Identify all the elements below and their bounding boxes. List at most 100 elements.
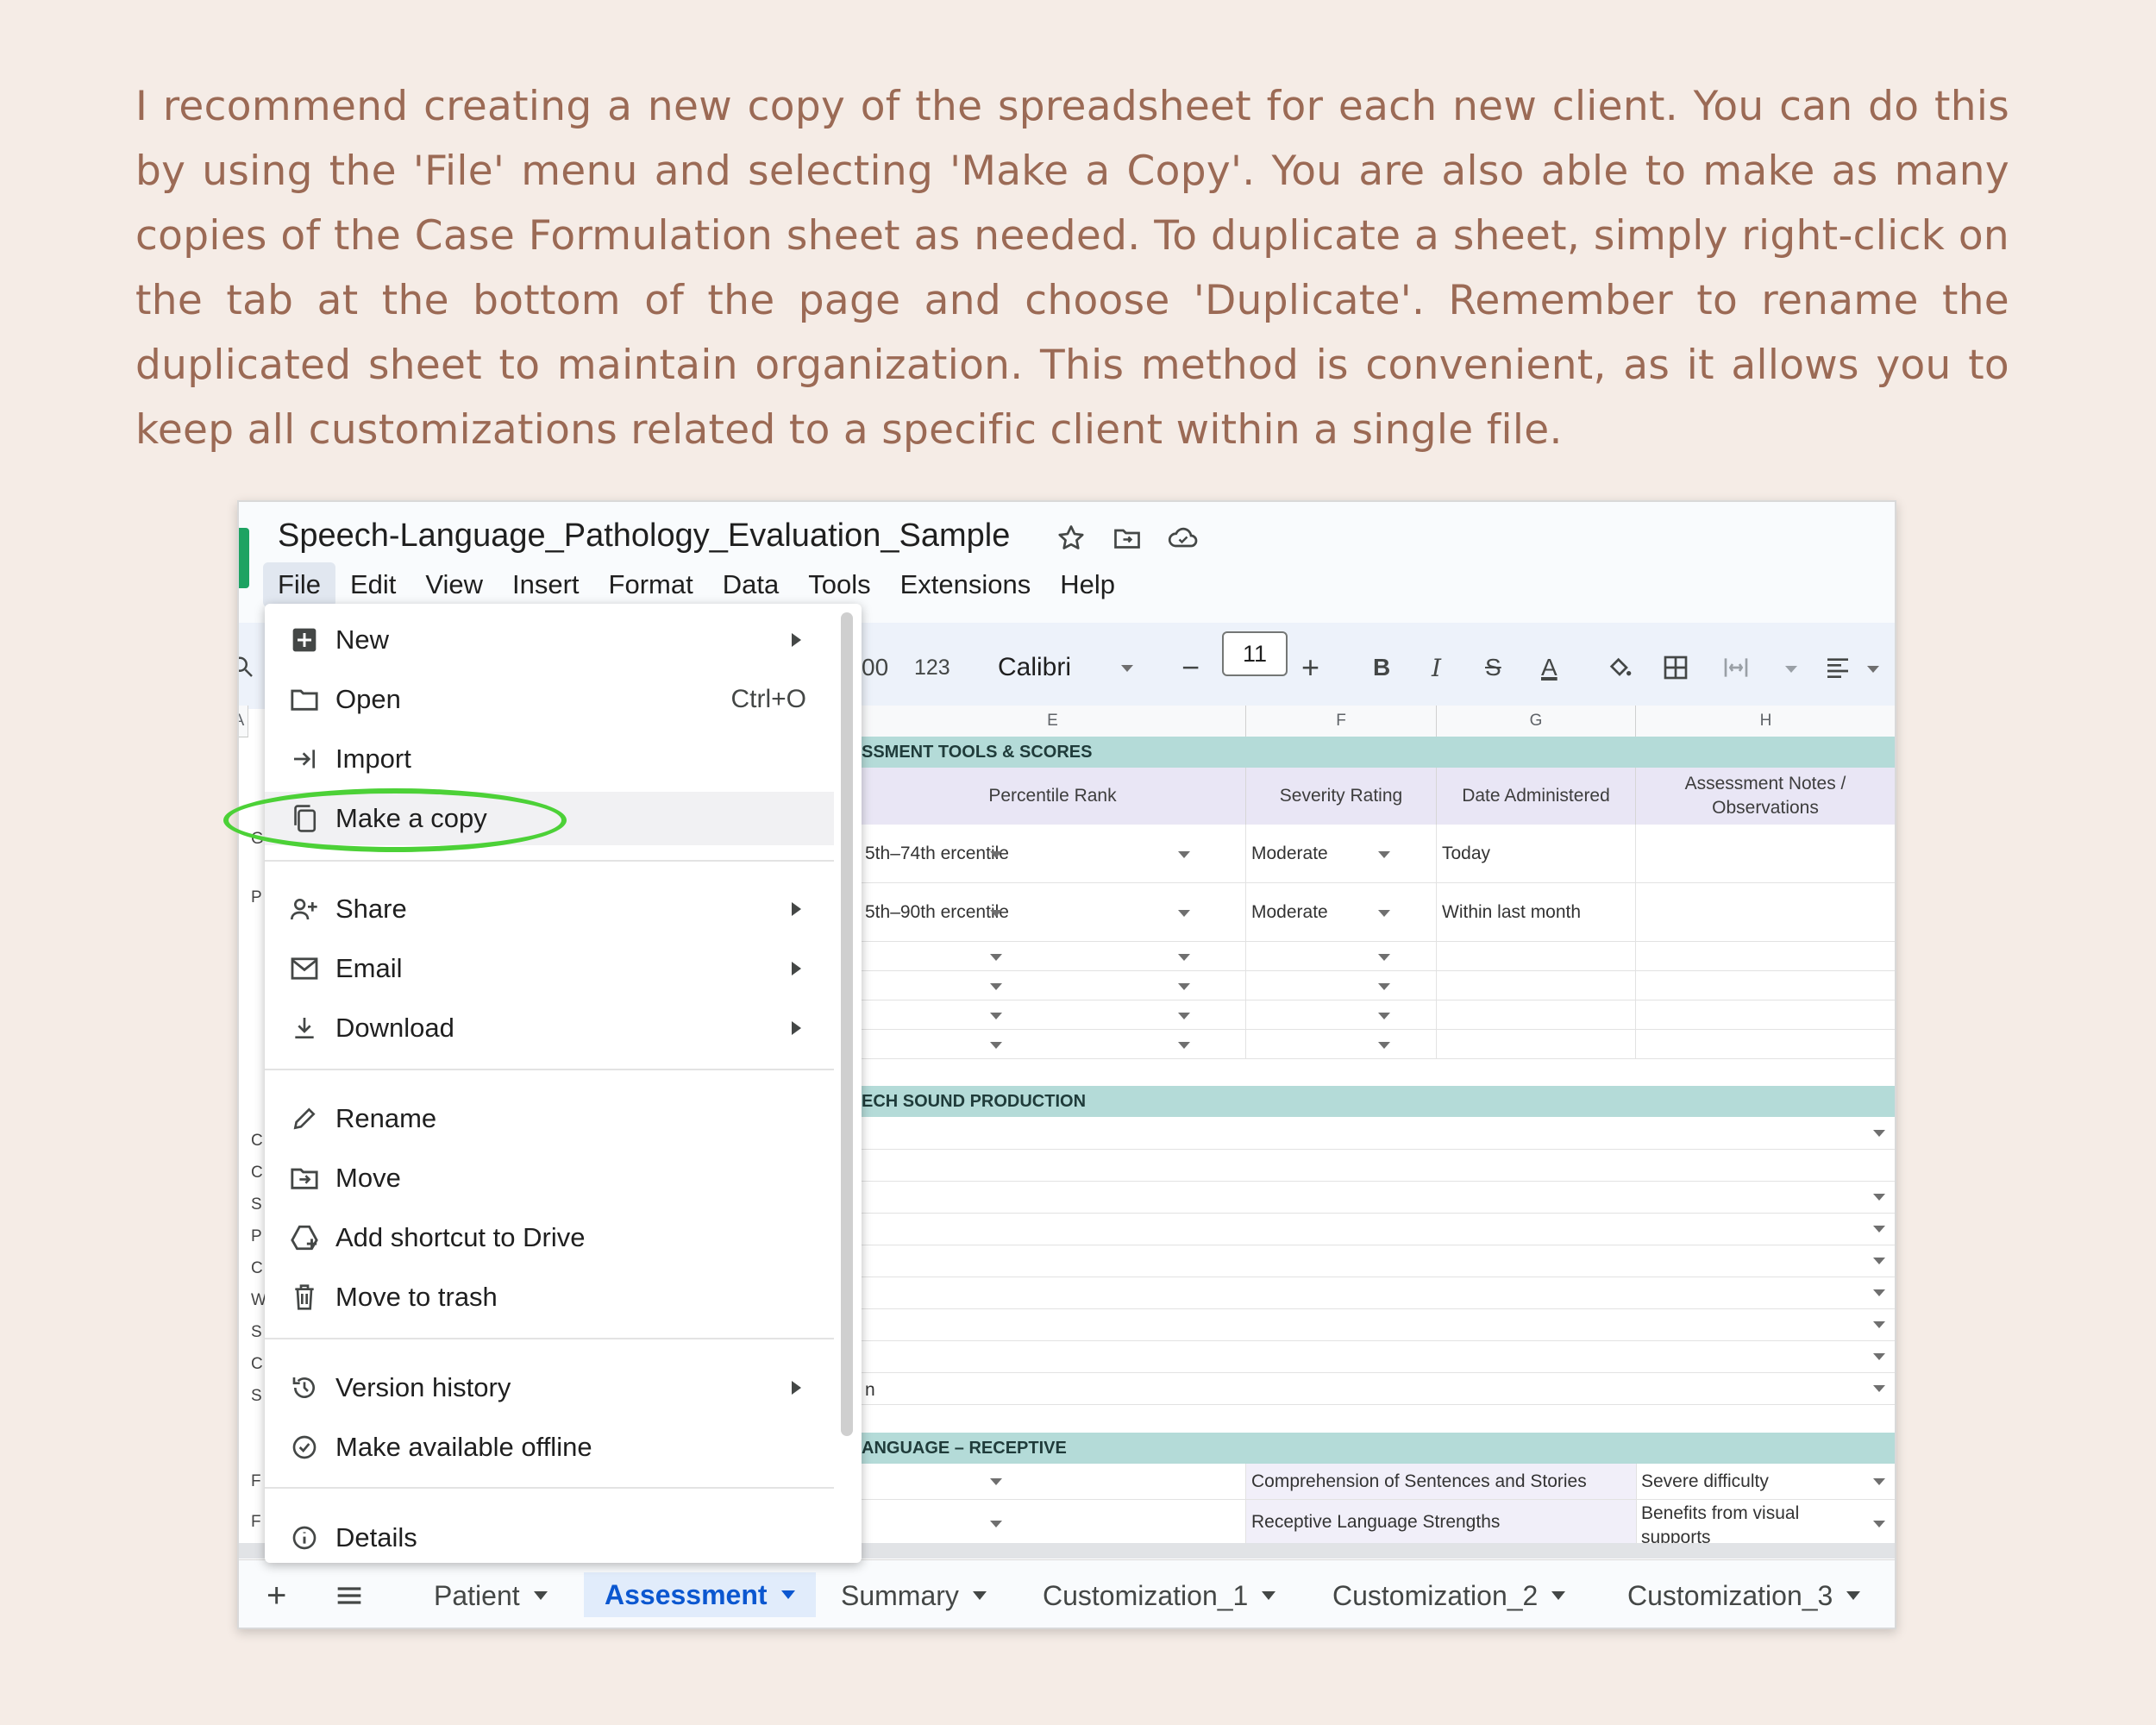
empty-cell[interactable]	[1437, 971, 1636, 1000]
dropdown-arrow-icon[interactable]	[1873, 1130, 1885, 1137]
section-assessment-tools[interactable]: SSMENT TOOLS & SCORES	[860, 737, 1895, 768]
more-formats-button[interactable]: 123	[914, 649, 950, 687]
empty-cell[interactable]	[1636, 1000, 1895, 1030]
header-assessment-notes[interactable]: Assessment Notes / Observations	[1636, 768, 1895, 825]
dropdown-arrow-icon[interactable]	[1378, 954, 1390, 961]
menu-item-add-shortcut[interactable]: Add shortcut to Drive	[265, 1211, 834, 1264]
row-label-cell[interactable]: P	[251, 1227, 262, 1246]
cloud-status-icon[interactable]	[1166, 521, 1200, 555]
tab-menu-icon[interactable]	[780, 1590, 795, 1599]
cell-h-row2[interactable]	[1636, 883, 1895, 942]
dropdown-arrow-icon[interactable]	[1873, 1289, 1885, 1296]
font-dropdown-icon[interactable]	[1121, 665, 1133, 672]
decimal-format-button[interactable]: 00	[862, 649, 888, 687]
dropdown-arrow-icon[interactable]	[1873, 1226, 1885, 1233]
dropdown-arrow-icon[interactable]	[990, 1042, 1002, 1049]
font-size-input[interactable]: 11	[1222, 631, 1288, 676]
dropdown-arrow-icon[interactable]	[1178, 1013, 1190, 1019]
menu-view[interactable]: View	[411, 562, 498, 607]
dropdown-arrow-icon[interactable]	[990, 1013, 1002, 1019]
tab-menu-icon[interactable]	[1846, 1591, 1861, 1600]
tab-customization-1[interactable]: Customization_1	[1043, 1574, 1276, 1617]
tab-patient[interactable]: Patient	[434, 1574, 548, 1617]
menu-item-version-history[interactable]: Version history	[265, 1361, 834, 1414]
menu-file[interactable]: File	[263, 562, 335, 607]
tab-customization-2[interactable]: Customization_2	[1332, 1574, 1566, 1617]
empty-cell[interactable]	[1636, 971, 1895, 1000]
dropdown-arrow-icon[interactable]	[1178, 851, 1190, 858]
row-label-cell[interactable]: C	[251, 1259, 263, 1278]
increase-font-icon[interactable]: +	[1301, 649, 1319, 687]
menu-item-move[interactable]: Move	[265, 1151, 834, 1205]
column-header-g[interactable]: G	[1437, 706, 1636, 737]
tab-assessment[interactable]: Assessment	[584, 1572, 816, 1617]
column-header-f[interactable]: F	[1246, 706, 1437, 737]
dropdown-arrow-icon[interactable]	[1178, 910, 1190, 917]
dropdown-arrow-icon[interactable]	[1178, 1042, 1190, 1049]
cell-h-receptive2[interactable]: Benefits from visual supports	[1636, 1500, 1895, 1545]
cell-h-receptive1[interactable]: Severe difficulty	[1636, 1464, 1895, 1500]
empty-cell[interactable]	[1246, 1030, 1437, 1059]
dropdown-arrow-icon[interactable]	[1378, 1013, 1390, 1019]
section-language-receptive[interactable]: ANGUAGE – RECEPTIVE	[860, 1433, 1895, 1464]
fill-color-icon[interactable]	[1606, 649, 1633, 687]
row-label-cell[interactable]: S	[251, 1323, 262, 1342]
dropdown-arrow-icon[interactable]	[990, 1478, 1002, 1485]
empty-cell[interactable]	[1437, 1030, 1636, 1059]
tab-menu-icon[interactable]	[1551, 1591, 1566, 1600]
row-label-cell[interactable]: C	[251, 1132, 263, 1151]
menu-item-open[interactable]: Open Ctrl+O	[265, 673, 834, 726]
dropdown-arrow-icon[interactable]	[1873, 1258, 1885, 1264]
menu-item-rename[interactable]: Rename	[265, 1092, 834, 1145]
menu-item-share[interactable]: Share	[265, 882, 834, 936]
move-folder-icon[interactable]	[1110, 521, 1144, 555]
dropdown-arrow-icon[interactable]	[990, 954, 1002, 961]
row-label-cell[interactable]: S	[251, 1387, 262, 1406]
row-label-cell[interactable]: P	[251, 888, 262, 907]
dropdown-arrow-icon[interactable]	[990, 983, 1002, 990]
dropdown-arrow-icon[interactable]	[990, 910, 1002, 917]
text-color-icon[interactable]: A	[1541, 649, 1557, 687]
cell-f-row1[interactable]: Moderate	[1246, 825, 1437, 883]
dropdown-arrow-icon[interactable]	[1378, 910, 1390, 917]
cell-f-receptive2[interactable]: Receptive Language Strengths	[1246, 1500, 1637, 1545]
bold-icon[interactable]: B	[1373, 649, 1390, 687]
dropdown-arrow-icon[interactable]	[1873, 1321, 1885, 1328]
italic-icon[interactable]: I	[1432, 649, 1441, 687]
cell-g-row1[interactable]: Today	[1437, 825, 1636, 883]
dropdown-arrow-icon[interactable]	[990, 851, 1002, 858]
dropdown-arrow-icon[interactable]	[1378, 851, 1390, 858]
header-percentile-rank[interactable]: Percentile Rank	[860, 768, 1246, 825]
menu-item-move-to-trash[interactable]: Move to trash	[265, 1270, 834, 1324]
dropdown-arrow-icon[interactable]	[1873, 1385, 1885, 1392]
merge-cells-icon[interactable]	[1722, 649, 1750, 687]
cell-g-row2[interactable]: Within last month	[1437, 883, 1636, 942]
menu-format[interactable]: Format	[594, 562, 708, 607]
row-label-cell[interactable]: C	[251, 1355, 263, 1374]
menu-item-email[interactable]: Email	[265, 942, 834, 995]
cell-f-receptive1[interactable]: Comprehension of Sentences and Stories	[1246, 1464, 1637, 1500]
menu-help[interactable]: Help	[1045, 562, 1130, 607]
all-sheets-icon[interactable]	[335, 1574, 363, 1617]
menu-insert[interactable]: Insert	[498, 562, 594, 607]
dropdown-arrow-icon[interactable]	[1378, 1042, 1390, 1049]
menu-item-download[interactable]: Download	[265, 1001, 834, 1055]
menu-item-import[interactable]: Import	[265, 732, 834, 786]
decrease-font-icon[interactable]: −	[1181, 649, 1200, 687]
empty-cell[interactable]	[1636, 942, 1895, 971]
menu-item-details[interactable]: Details	[265, 1511, 834, 1563]
row-label-cell[interactable]: F	[251, 1513, 261, 1532]
column-header-h[interactable]: H	[1636, 706, 1895, 737]
dropdown-arrow-icon[interactable]	[1873, 1194, 1885, 1201]
empty-cell[interactable]	[1246, 942, 1437, 971]
cell-h-row1[interactable]	[1636, 825, 1895, 883]
empty-cell[interactable]	[1437, 942, 1636, 971]
menu-data[interactable]: Data	[708, 562, 793, 607]
merge-dropdown-icon[interactable]	[1785, 666, 1797, 673]
tab-menu-icon[interactable]	[972, 1591, 987, 1600]
dropdown-arrow-icon[interactable]	[990, 1521, 1002, 1527]
dropdown-arrow-icon[interactable]	[1178, 954, 1190, 961]
font-family-select[interactable]: Calibri	[998, 649, 1071, 687]
dropdown-arrow-icon[interactable]	[1178, 983, 1190, 990]
dropdown-arrow-icon[interactable]	[1873, 1478, 1885, 1485]
